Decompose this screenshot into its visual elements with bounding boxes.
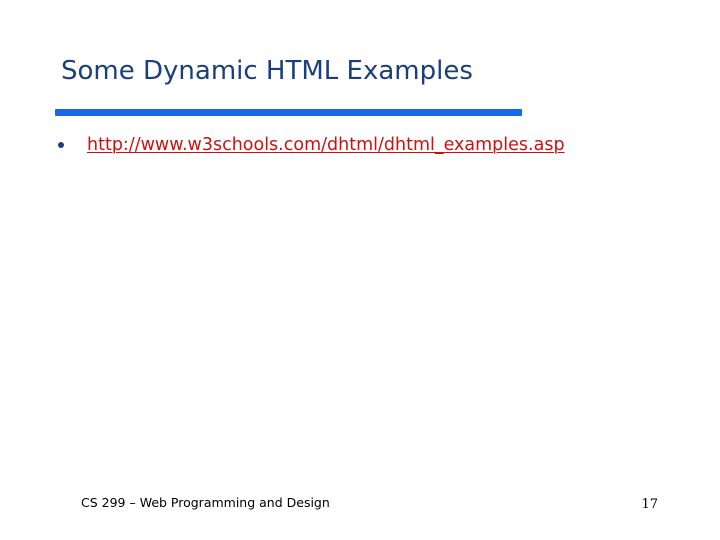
slide: Some Dynamic HTML Examples http://www.w3…: [0, 0, 720, 540]
slide-title: Some Dynamic HTML Examples: [61, 56, 473, 86]
w3schools-link[interactable]: http://www.w3schools.com/dhtml/dhtml_exa…: [87, 133, 565, 157]
bullet-item: http://www.w3schools.com/dhtml/dhtml_exa…: [58, 133, 565, 157]
bullet-dot-icon: [58, 142, 64, 148]
title-underline: [55, 109, 522, 116]
page-number: 17: [641, 497, 658, 512]
footer-course-title: CS 299 – Web Programming and Design: [81, 495, 330, 510]
